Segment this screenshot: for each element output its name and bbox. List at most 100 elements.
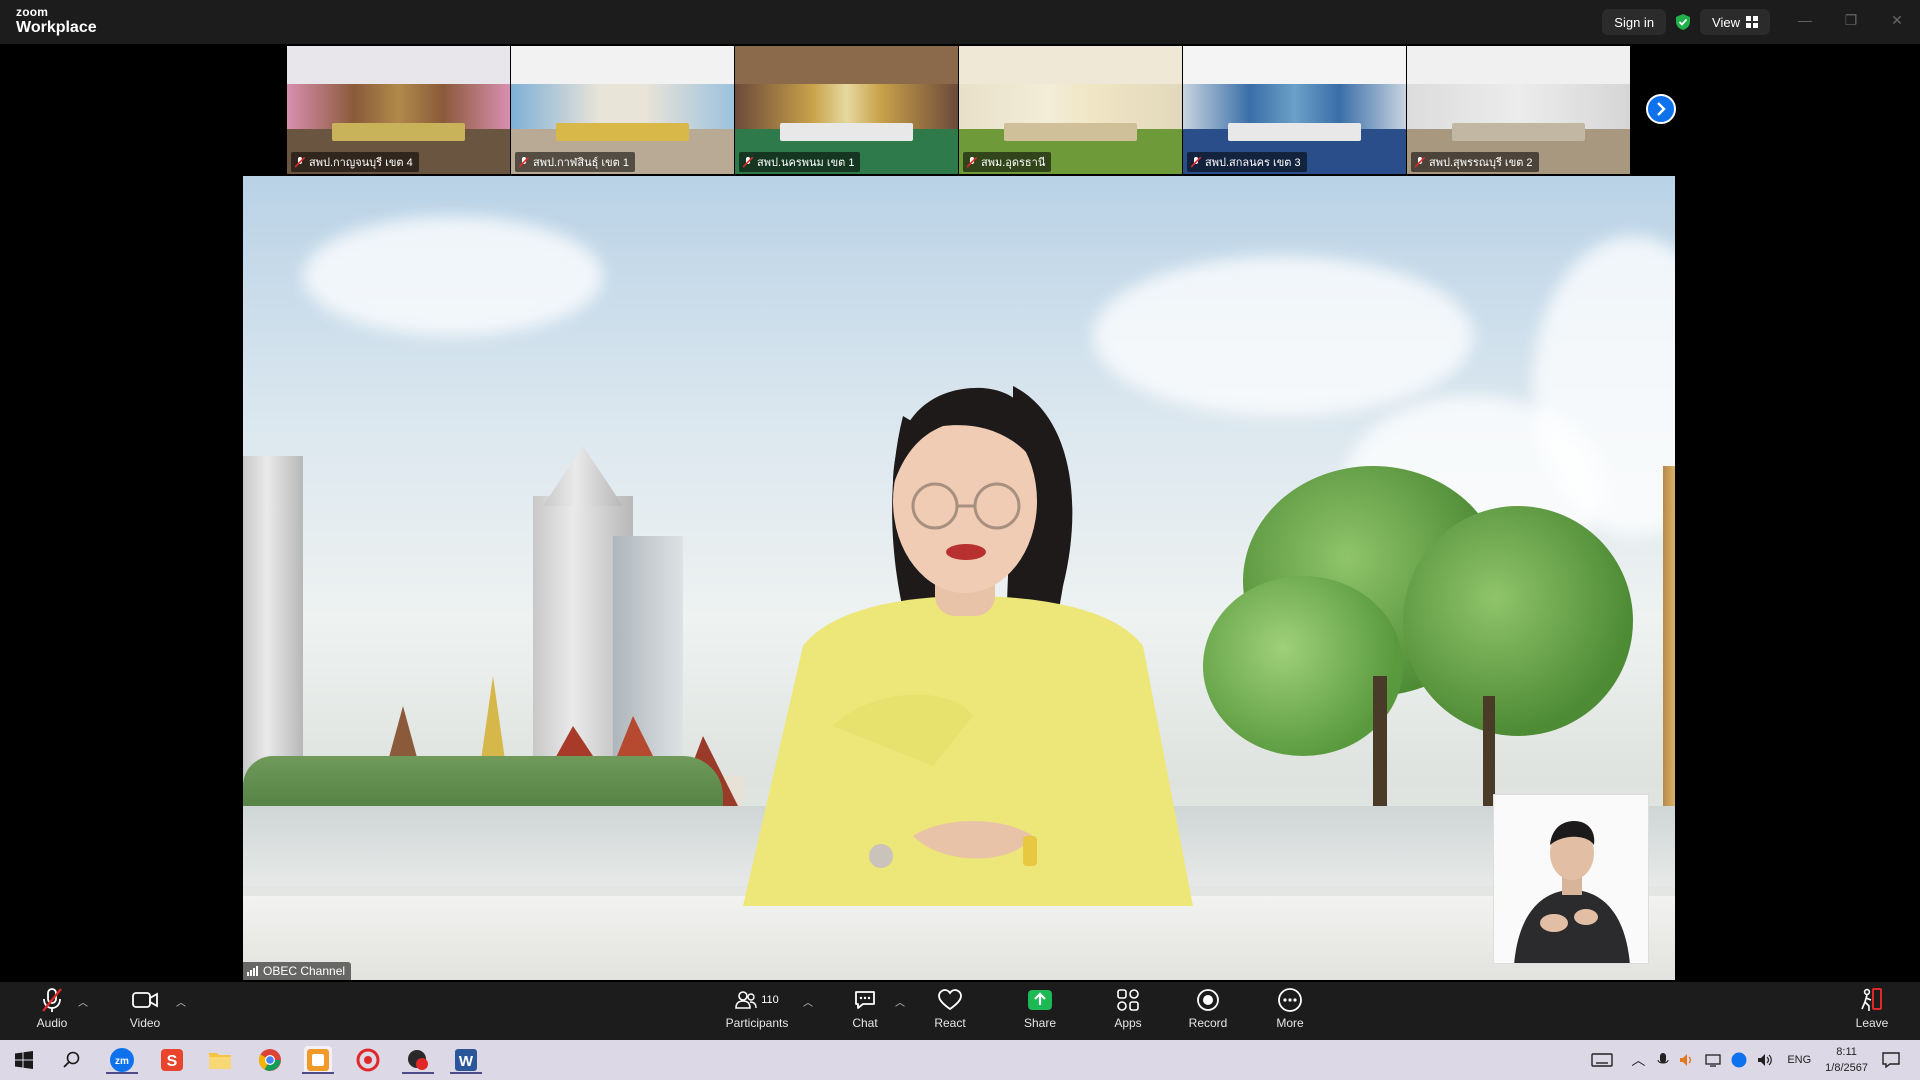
chat-options-caret[interactable]: ︿: [895, 994, 905, 1009]
participant-tile[interactable]: สพป.สกลนคร เขต 3: [1183, 46, 1406, 174]
audio-button[interactable]: Audio: [32, 986, 72, 1036]
interpreter-figure: [1514, 821, 1630, 963]
react-label: React: [934, 1016, 966, 1030]
notification-center-icon[interactable]: [1882, 1052, 1900, 1068]
chat-bubble-icon: [855, 991, 875, 1009]
taskbar-search-button[interactable]: [58, 1046, 86, 1074]
heart-icon: [938, 989, 962, 1011]
video-button[interactable]: Video: [125, 986, 165, 1036]
windows-taskbar: zm S W ︿ ENG 8:11 1/8/2567: [0, 1040, 1920, 1080]
participant-name: สพป.กาญจนบุรี เขต 4: [309, 157, 413, 169]
mic-muted-icon: [1191, 156, 1201, 168]
apps-button[interactable]: Apps: [1108, 986, 1148, 1036]
mic-muted-icon: [1415, 156, 1425, 168]
taskbar-word[interactable]: W: [450, 1046, 482, 1074]
leave-door-icon: [1861, 988, 1882, 1011]
speaker-name-tag: OBEC Channel: [243, 962, 352, 980]
participants-count: 110: [761, 994, 779, 1006]
zoom-tray-icon[interactable]: [1731, 1052, 1747, 1068]
video-camera-icon: [132, 992, 158, 1008]
participants-options-caret[interactable]: ︿: [803, 994, 813, 1009]
mic-muted-icon: [743, 156, 753, 168]
brand-small: zoom: [16, 5, 49, 19]
app-dark-red-icon: [408, 1050, 428, 1070]
participants-icon: [735, 991, 757, 1009]
participant-name: สพป.นครพนม เขต 1: [757, 157, 855, 169]
title-bar: zoom Workplace Sign in View — ❐ ✕: [0, 0, 1920, 44]
speaker-volume-icon[interactable]: [1679, 1052, 1695, 1068]
chrome-browser-icon: [259, 1049, 281, 1071]
participant-name: สพป.สุพรรณบุรี เขต 2: [1429, 157, 1533, 169]
participant-tile[interactable]: สพป.กาญจนบุรี เขต 4: [287, 46, 510, 174]
share-button[interactable]: Share: [1020, 986, 1060, 1036]
record-button[interactable]: Record: [1188, 986, 1228, 1036]
participant-name-tag: สพป.สกลนคร เขต 3: [1187, 152, 1307, 172]
folder-icon: [209, 1053, 231, 1069]
record-label: Record: [1188, 1016, 1228, 1030]
input-language[interactable]: ENG: [1787, 1054, 1811, 1066]
participant-tile[interactable]: สพป.กาฬสินธุ์ เขต 1: [511, 46, 734, 174]
microphone-icon[interactable]: [1657, 1052, 1669, 1068]
zoom-app-icon: zm: [110, 1048, 134, 1072]
clock[interactable]: 8:11 1/8/2567: [1825, 1044, 1868, 1076]
view-button[interactable]: View: [1700, 9, 1770, 35]
search-icon: [63, 1051, 80, 1068]
taskbar-app-red-circle[interactable]: [354, 1046, 382, 1074]
chat-button[interactable]: Chat: [845, 986, 885, 1036]
chevron-right-icon: [1657, 102, 1666, 116]
gallery-next-button[interactable]: [1646, 94, 1676, 124]
taskbar-chrome[interactable]: [256, 1046, 284, 1074]
svg-text:W: W: [459, 1053, 474, 1070]
signal-strength-icon: [247, 966, 258, 976]
meeting-toolbar: Audio ︿ Video ︿ 110 Participants ︿ Chat …: [0, 982, 1920, 1040]
video-label: Video: [129, 1016, 161, 1030]
participant-name-tag: สพป.สุพรรณบุรี เขต 2: [1411, 152, 1539, 172]
maximize-button[interactable]: ❐: [1828, 0, 1874, 40]
share-label: Share: [1023, 1016, 1057, 1030]
participant-name-tag: สพป.กาฬสินธุ์ เขต 1: [515, 152, 635, 172]
taskbar-app-s[interactable]: S: [158, 1046, 186, 1074]
svg-text:S: S: [167, 1053, 178, 1070]
taskbar-file-explorer[interactable]: [206, 1046, 234, 1074]
audio-options-caret[interactable]: ︿: [78, 994, 88, 1009]
more-options-icon: [1278, 988, 1302, 1012]
taskbar-app-orange[interactable]: [302, 1046, 334, 1074]
app-s-icon: S: [161, 1049, 183, 1071]
app-orange-icon: [307, 1049, 329, 1071]
more-button[interactable]: More: [1270, 986, 1310, 1036]
minimize-button[interactable]: —: [1782, 0, 1828, 40]
apps-icon: [1117, 989, 1139, 1011]
leave-button[interactable]: Leave: [1852, 986, 1892, 1036]
brand-big: Workplace: [16, 19, 97, 36]
taskbar-app-dark-red[interactable]: [402, 1046, 434, 1074]
sign-language-interpreter-video: [1493, 794, 1649, 964]
participant-tile[interactable]: สพป.นครพนม เขต 1: [735, 46, 958, 174]
clock-time: 8:11: [1836, 1046, 1857, 1058]
participant-name-tag: สพม.อุดรธานี: [963, 152, 1052, 172]
network-icon[interactable]: [1705, 1053, 1721, 1067]
close-button[interactable]: ✕: [1874, 0, 1920, 40]
taskbar-zoom-app[interactable]: zm: [106, 1046, 138, 1074]
presenter-figure: [743, 386, 1193, 906]
share-screen-icon: [1028, 990, 1052, 1010]
participant-name-tag: สพป.กาญจนบุรี เขต 4: [291, 152, 419, 172]
volume-icon[interactable]: [1757, 1052, 1773, 1068]
participant-gallery-strip: สพป.กาญจนบุรี เขต 4 สพป.กาฬสินธุ์ เขต 1 …: [287, 46, 1630, 174]
participant-name: สพป.สกลนคร เขต 3: [1205, 157, 1301, 169]
apps-label: Apps: [1114, 1016, 1142, 1030]
video-options-caret[interactable]: ︿: [176, 994, 186, 1009]
participant-tile[interactable]: สพป.สุพรรณบุรี เขต 2: [1407, 46, 1630, 174]
svg-text:zm: zm: [115, 1056, 129, 1067]
sign-in-button[interactable]: Sign in: [1602, 9, 1667, 35]
windows-start-button[interactable]: [10, 1046, 38, 1074]
participants-button[interactable]: 110 Participants: [722, 986, 792, 1036]
participant-name: สพม.อุดรธานี: [981, 157, 1046, 169]
mic-muted-icon: [519, 156, 529, 168]
app-red-circle-icon: [356, 1048, 380, 1072]
react-button[interactable]: React: [930, 986, 970, 1036]
show-hidden-icons-chevron-icon[interactable]: ︿: [1631, 1050, 1645, 1070]
participant-tile[interactable]: สพม.อุดรธานี: [959, 46, 1182, 174]
encryption-shield-icon[interactable]: [1674, 13, 1692, 31]
keyboard-icon[interactable]: [1591, 1052, 1614, 1068]
participant-name-tag: สพป.นครพนม เขต 1: [739, 152, 861, 172]
